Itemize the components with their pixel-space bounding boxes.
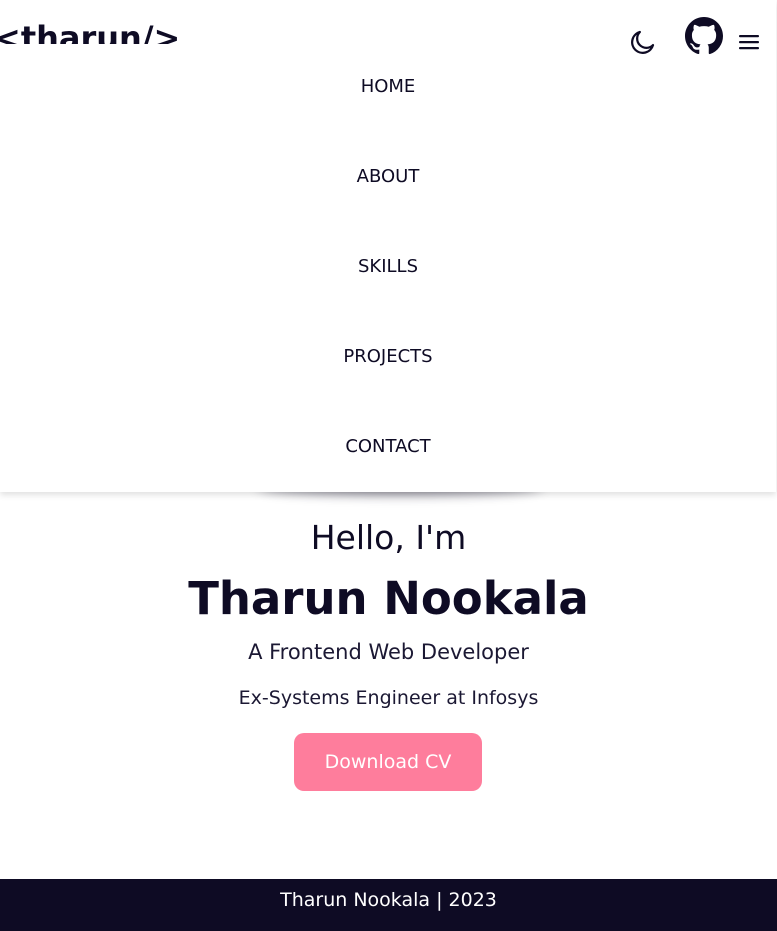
hero-greeting: Hello, I'm [310, 518, 467, 557]
footer: Tharun Nookala | 2023 [0, 879, 777, 931]
nav-item-projects[interactable]: PROJECTS [0, 345, 776, 369]
hamburger-menu-icon[interactable] [737, 32, 761, 52]
hero-experience: Ex-Systems Engineer at Infosys [238, 687, 539, 709]
nav-item-skills[interactable]: SKILLS [0, 255, 776, 279]
hero-role: A Frontend Web Developer [248, 640, 529, 664]
page: Hello, I'm Tharun Nookala A Frontend Web… [0, 0, 777, 931]
nav-item-contact[interactable]: CONTACT [0, 435, 776, 459]
nav-item-about[interactable]: ABOUT [0, 165, 776, 189]
hero-name: Tharun Nookala [188, 572, 589, 625]
nav-item-home[interactable]: HOME [0, 75, 776, 99]
nav-menu-dropdown: HOME ABOUT SKILLS PROJECTS CONTACT [0, 0, 776, 492]
download-cv-button[interactable]: Download CV [294, 733, 482, 791]
footer-text: Tharun Nookala | 2023 [280, 889, 497, 911]
github-icon[interactable] [685, 17, 723, 55]
logo-text: <tharun/> [0, 19, 181, 44]
site-logo[interactable]: <tharun/> [0, 14, 200, 44]
moon-icon[interactable] [628, 27, 658, 57]
